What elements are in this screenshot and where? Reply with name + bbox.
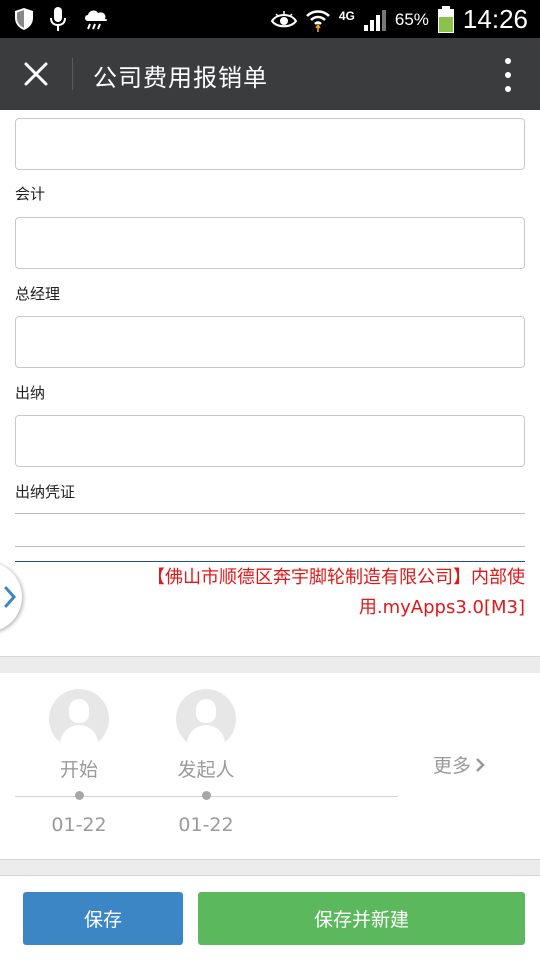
more-icon-dot (505, 86, 511, 92)
general-manager-label: 总经理 (15, 285, 61, 303)
shield-icon (15, 8, 33, 30)
cashier-label: 出纳 (15, 384, 46, 402)
section-separator (0, 859, 540, 876)
flow-node-label: 开始 (59, 759, 98, 781)
note-divider (15, 561, 525, 562)
status-bar: 4G 65% 14:26 (0, 0, 540, 38)
app-header: 公司费用报销单 (0, 38, 540, 110)
timeline-dot (75, 791, 84, 800)
workflow-panel: 开始 发起人 更多 01-22 01-22 (0, 673, 540, 859)
avatar (176, 689, 236, 749)
top-field-input[interactable] (15, 118, 525, 170)
signal-icon (363, 9, 386, 31)
cashier-input[interactable] (15, 415, 525, 467)
page-title: 公司费用报销单 (93, 64, 268, 92)
battery-percent: 65% (394, 9, 429, 29)
close-icon (24, 62, 48, 86)
cashier-voucher-label: 出纳凭证 (15, 483, 76, 501)
more-button[interactable]: 更多 (433, 751, 485, 778)
more-label: 更多 (433, 755, 472, 777)
cashier-voucher-field[interactable] (15, 513, 525, 514)
flow-node-initiator: 发起人 (146, 689, 266, 782)
flow-node-date: 01-22 (178, 814, 234, 836)
more-icon-dot (505, 72, 511, 78)
save-and-new-button[interactable]: 保存并新建 (198, 892, 525, 945)
avatar (49, 689, 109, 749)
section-separator (0, 656, 540, 674)
clock: 14:26 (462, 4, 528, 34)
flow-node-date: 01-22 (51, 814, 107, 836)
flow-node-label: 发起人 (177, 759, 235, 781)
copyright-note-line2: 用.myApps3.0[M3] (358, 597, 525, 618)
close-button[interactable] (18, 56, 54, 92)
weather-rain-icon (85, 10, 108, 30)
flow-node-start: 开始 (19, 689, 139, 782)
more-menu-button[interactable] (504, 58, 512, 92)
save-button[interactable]: 保存 (23, 892, 183, 945)
copyright-note-line1: 【佛山市顺德区奔宇脚轮制造有限公司】内部使 (147, 567, 525, 588)
timeline-dot (202, 791, 211, 800)
battery-icon (437, 5, 454, 33)
eye-icon (270, 10, 297, 27)
chevron-right-icon (4, 586, 16, 608)
accountant-label: 会计 (15, 185, 46, 203)
chevron-right-icon (476, 757, 485, 772)
copyright-note: 【佛山市顺德区奔宇脚轮制造有限公司】内部使 用.myApps3.0[M3] (25, 563, 525, 623)
microphone-icon (50, 7, 66, 31)
side-drawer-toggle[interactable] (0, 562, 22, 632)
header-divider (72, 58, 73, 90)
status-icons-right: 4G 65% 14:26 (270, 4, 528, 35)
status-icons-left (14, 6, 110, 32)
wifi-icon (305, 9, 330, 32)
network-type: 4G (338, 8, 355, 23)
accountant-input[interactable] (15, 217, 525, 269)
action-bar: 保存 保存并新建 (0, 876, 540, 960)
more-icon-dot (505, 58, 511, 64)
general-manager-input[interactable] (15, 316, 525, 368)
divider (15, 546, 525, 547)
